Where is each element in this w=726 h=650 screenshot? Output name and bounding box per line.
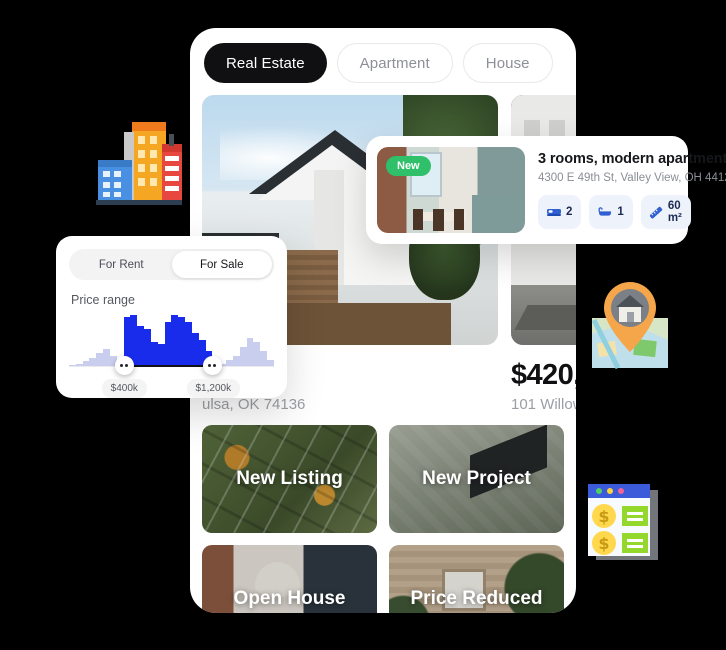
feature-badge-area: 60 m² (640, 195, 691, 229)
histogram-bar (171, 315, 179, 367)
feature-badge-value: 1 (617, 206, 624, 218)
histogram-bar (103, 348, 110, 367)
toggle-option-for-sale[interactable]: For Sale (171, 251, 272, 278)
range-handle-min[interactable] (114, 356, 134, 375)
histogram-bar (157, 344, 165, 367)
apartment-summary-card[interactable]: New 3 rooms, modern apartment 4300 E 49t… (366, 136, 726, 244)
price-max-label: $1,200k (186, 379, 241, 398)
ruler-icon (649, 206, 663, 219)
filter-chip-bar: Real Estate Apartment House (190, 28, 576, 95)
price-min-label: $400k (101, 379, 147, 398)
histogram-bar (191, 333, 199, 367)
filter-chip-real-estate[interactable]: Real Estate (204, 43, 327, 83)
histogram-bar (260, 351, 268, 367)
apartment-photo: New (377, 147, 525, 233)
category-tile-grid: New Listing New Project Open House Price… (190, 413, 576, 613)
category-tile-new-project[interactable]: New Project (389, 425, 564, 533)
listing-price: $420, (511, 359, 576, 391)
category-tile-label: New Listing (236, 468, 343, 489)
money-listings-icon: $ $ (582, 478, 666, 562)
feature-badge-value: 60 m² (667, 200, 682, 224)
feature-badge-bedrooms: 2 (538, 195, 582, 229)
svg-text:$: $ (598, 507, 609, 526)
apartment-address: 4300 E 49th St, Valley View, OH 44125 (538, 172, 726, 184)
histogram-bar (253, 342, 261, 367)
bath-icon (598, 207, 612, 217)
category-tile-label: Open House (233, 588, 346, 609)
category-tile-label: New Project (422, 468, 531, 489)
range-handle-max[interactable] (202, 356, 222, 375)
toggle-option-for-rent[interactable]: For Rent (71, 251, 172, 278)
feature-badge-value: 2 (566, 206, 573, 218)
histogram-bar (239, 346, 247, 367)
filter-chip-apartment[interactable]: Apartment (336, 43, 453, 83)
city-buildings-icon (88, 108, 188, 212)
histogram-bar (137, 326, 145, 367)
page-root: Real Estate Apartment House ulsa, OK 741… (0, 0, 726, 650)
histogram-bar (246, 337, 254, 367)
feature-badge-bathrooms: 1 (589, 195, 633, 229)
histogram-bar (185, 321, 192, 367)
bed-icon (547, 207, 561, 217)
price-range-labels: $400k $1,200k (69, 379, 274, 405)
category-tile-label: Price Reduced (410, 588, 543, 609)
price-range-title: Price range (71, 293, 135, 307)
histogram-bar (178, 317, 186, 367)
apartment-info: 3 rooms, modern apartment 4300 E 49th St… (538, 151, 726, 229)
svg-text:$: $ (598, 534, 609, 553)
apartment-title: 3 rooms, modern apartment (538, 151, 726, 167)
new-badge: New (386, 156, 431, 176)
price-histogram (69, 315, 274, 375)
histogram-bar (164, 321, 172, 367)
range-track (123, 365, 213, 367)
rent-sale-toggle: For Rent For Sale (69, 249, 274, 280)
category-tile-price-reduced[interactable]: Price Reduced (389, 545, 564, 613)
listing-address: 101 Willow (511, 396, 576, 413)
histogram-bars (69, 315, 274, 367)
apartment-feature-badges: 2 1 60 m² (538, 195, 691, 229)
histogram-bar (144, 328, 151, 367)
category-tile-new-listing[interactable]: New Listing (202, 425, 377, 533)
histogram-bar (96, 353, 104, 367)
category-tile-open-house[interactable]: Open House (202, 545, 377, 613)
filter-chip-house[interactable]: House (462, 43, 553, 83)
price-range-card: For Rent For Sale Price range $400k $1,2… (56, 236, 287, 398)
histogram-bar (150, 342, 158, 367)
map-pin-house-icon (588, 278, 672, 372)
